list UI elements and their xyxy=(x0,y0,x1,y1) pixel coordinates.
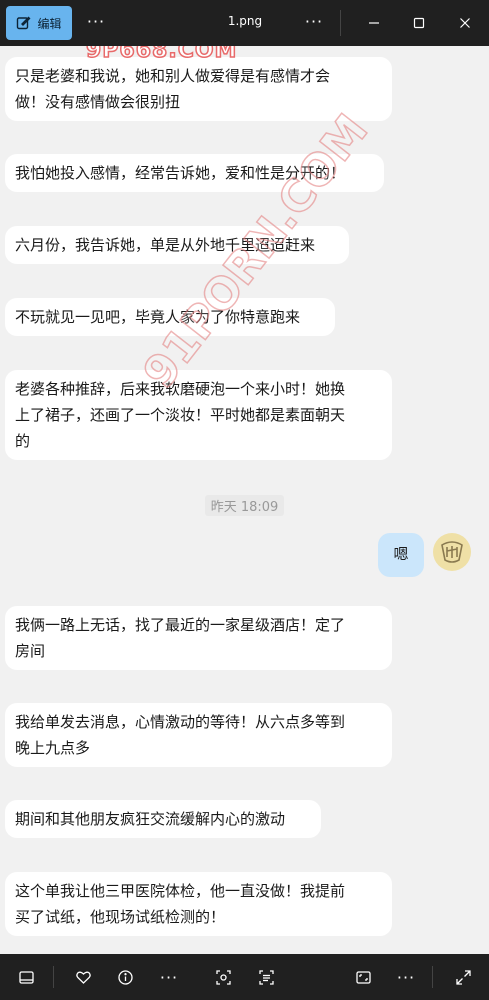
maximize-icon xyxy=(413,17,425,29)
fit-to-window-button[interactable] xyxy=(348,962,378,992)
edit-icon xyxy=(17,16,31,30)
message-line: 只是老婆和我说，她和别人做爱得是有感情才会 xyxy=(15,67,331,85)
watermark-top: 9P668.COM xyxy=(85,46,238,64)
text-scan-icon xyxy=(258,969,274,985)
chat-image-area: 只是老婆和我说，她和别人做爱得是有感情才会 做！没有感情做会很别扭 我怕她投入感… xyxy=(0,46,489,954)
info-button[interactable] xyxy=(110,962,140,992)
more-button[interactable]: ··· xyxy=(154,962,184,992)
message-bubble: 我俩一路上无话，找了最近的一家星级酒店！定了 房间 xyxy=(5,606,392,670)
file-name: 1.png xyxy=(227,14,263,28)
filmstrip-icon xyxy=(18,970,34,984)
maximize-button[interactable] xyxy=(401,6,437,40)
filmstrip-button[interactable] xyxy=(11,962,41,992)
bottom-toolbar: ··· ··· xyxy=(0,954,489,1000)
file-more-button[interactable]: ··· xyxy=(300,8,328,38)
info-icon xyxy=(117,969,133,985)
message-bubble: 期间和其他朋友疯狂交流缓解内心的激动 xyxy=(5,800,321,838)
message-bubble-self: 嗯 xyxy=(378,533,424,577)
visual-search-button[interactable] xyxy=(208,962,238,992)
avatar-logo-icon xyxy=(441,541,463,563)
message-timestamp: 昨天 18:09 xyxy=(0,495,489,516)
message-line: 房间 xyxy=(15,642,46,660)
favorite-button[interactable] xyxy=(68,962,98,992)
close-button[interactable] xyxy=(447,6,483,40)
message-line: 我给单发去消息，心情激动的等待！从六点多等到 xyxy=(15,713,346,731)
message-line: 老婆各种推辞，后来我软磨硬泡一个来小时！她换 xyxy=(15,380,346,398)
fit-icon xyxy=(355,970,371,984)
edit-label: 编辑 xyxy=(37,16,62,31)
avatar xyxy=(433,533,471,571)
message-line: 我俩一路上无话，找了最近的一家星级酒店！定了 xyxy=(15,616,346,634)
message-bubble: 我给单发去消息，心情激动的等待！从六点多等到 晚上九点多 xyxy=(5,703,392,767)
close-icon xyxy=(460,18,470,28)
message-line: 期间和其他朋友疯狂交流缓解内心的激动 xyxy=(15,810,286,828)
text-recognition-button[interactable] xyxy=(251,962,281,992)
heart-icon xyxy=(75,971,91,984)
message-line: 这个单我让他三甲医院体检，他一直没做！我提前 xyxy=(15,882,346,900)
message-line: 买了试纸，他现场试纸检测的！ xyxy=(15,908,226,926)
view-more-button[interactable]: ··· xyxy=(391,962,421,992)
message-bubble: 老婆各种推辞，后来我软磨硬泡一个来小时！她换 上了裙子，还画了一个淡妆！平时她都… xyxy=(5,370,392,460)
message-line: 做！没有感情做会很别扭 xyxy=(15,93,181,111)
fullscreen-button[interactable] xyxy=(448,962,478,992)
title-bar: 编辑 ··· 1.png ··· xyxy=(0,0,489,46)
title-separator xyxy=(340,10,341,36)
scan-icon xyxy=(215,969,231,985)
edit-button[interactable]: 编辑 xyxy=(6,6,72,40)
minimize-button[interactable] xyxy=(356,6,392,40)
minimize-icon xyxy=(369,22,379,24)
message-line: 的 xyxy=(15,432,31,450)
message-line: 上了裙子，还画了一个淡妆！平时她都是素面朝天 xyxy=(15,406,346,424)
message-bubble: 这个单我让他三甲医院体检，他一直没做！我提前 买了试纸，他现场试纸检测的！ xyxy=(5,872,392,936)
timestamp-text: 昨天 18:09 xyxy=(204,495,285,516)
toolbar-separator xyxy=(53,966,54,988)
expand-icon xyxy=(455,969,471,985)
message-line: 晚上九点多 xyxy=(15,739,91,757)
message-line: 嗯 xyxy=(393,545,409,563)
toolbar-separator xyxy=(432,966,433,988)
more-options-button[interactable]: ··· xyxy=(84,8,108,38)
